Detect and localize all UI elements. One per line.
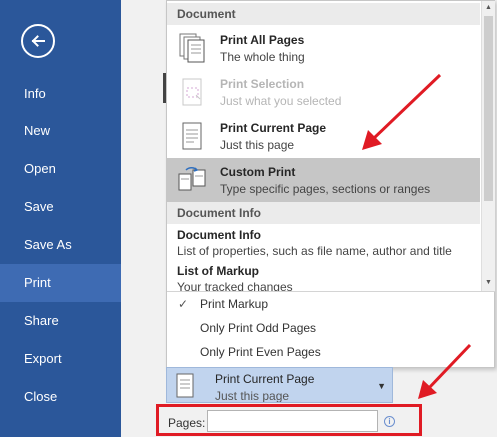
- nav-share[interactable]: Share: [0, 302, 121, 340]
- nav-print[interactable]: Print: [0, 264, 121, 302]
- option-custom-print[interactable]: Custom Print Type specific pages, sectio…: [167, 158, 480, 202]
- current-page-icon: [182, 122, 202, 150]
- chevron-down-icon: ▼: [377, 381, 386, 391]
- all-pages-icon: [179, 33, 205, 63]
- selector-subtitle: Just this page: [215, 389, 290, 403]
- option-print-selection: Print Selection Just what you selected: [167, 70, 480, 114]
- option-subtitle: Type specific pages, sections or ranges: [220, 182, 431, 196]
- option-subtitle: List of properties, such as file name, a…: [177, 244, 452, 258]
- toggle-odd-pages[interactable]: Only Print Odd Pages: [167, 316, 480, 340]
- annotation-highlight-box: [156, 404, 422, 436]
- scroll-down-icon[interactable]: ▼: [482, 276, 495, 290]
- nav-new[interactable]: New: [0, 112, 121, 150]
- backstage-sidebar: Info New Open Save Save As Print Share E…: [0, 0, 121, 437]
- nav-info[interactable]: Info: [0, 75, 121, 113]
- nav-export[interactable]: Export: [0, 340, 121, 378]
- option-subtitle: Just this page: [220, 138, 295, 152]
- option-subtitle: Just what you selected: [220, 94, 342, 108]
- toggle-label: Only Print Odd Pages: [200, 321, 317, 335]
- nav-save-as[interactable]: Save As: [0, 226, 121, 264]
- toggle-print-markup[interactable]: ✓ Print Markup: [167, 292, 480, 316]
- scroll-thumb[interactable]: [484, 16, 493, 201]
- option-print-current-page[interactable]: Print Current Page Just this page: [167, 114, 480, 158]
- print-range-selector[interactable]: Print Current Page Just this page ▼: [166, 367, 393, 403]
- nav-save[interactable]: Save: [0, 188, 121, 226]
- back-arrow-icon: [31, 35, 45, 47]
- option-title: List of Markup: [177, 264, 260, 278]
- checkmark-icon: ✓: [178, 297, 189, 311]
- dropdown-scrollbar[interactable]: ▲ ▼: [481, 1, 495, 291]
- dropdown-list: Document Print All Pages The whole thing…: [167, 1, 480, 291]
- section-heading-document-info: Document Info: [167, 202, 480, 224]
- option-title: Print Current Page: [220, 121, 327, 135]
- option-subtitle: The whole thing: [220, 50, 305, 64]
- option-title: Print All Pages: [220, 33, 305, 47]
- option-title: Print Selection: [220, 77, 305, 91]
- nav-open[interactable]: Open: [0, 150, 121, 188]
- back-button[interactable]: [21, 24, 55, 58]
- toggle-label: Only Print Even Pages: [200, 345, 321, 359]
- nav-close[interactable]: Close: [0, 378, 121, 416]
- custom-print-icon: [178, 167, 206, 191]
- toggle-label: Print Markup: [200, 297, 269, 311]
- current-page-icon: [176, 373, 194, 398]
- toggle-even-pages[interactable]: Only Print Even Pages: [167, 340, 480, 364]
- option-title: Document Info: [177, 228, 261, 242]
- scroll-up-icon[interactable]: ▲: [482, 1, 495, 15]
- section-heading-document: Document: [167, 3, 480, 25]
- selector-title: Print Current Page: [215, 372, 315, 386]
- selection-icon: [182, 78, 202, 106]
- option-title: Custom Print: [220, 165, 296, 179]
- print-range-dropdown: Document Print All Pages The whole thing…: [166, 0, 495, 368]
- option-subtitle: Your tracked changes: [177, 280, 293, 291]
- option-print-all-pages[interactable]: Print All Pages The whole thing: [167, 26, 480, 70]
